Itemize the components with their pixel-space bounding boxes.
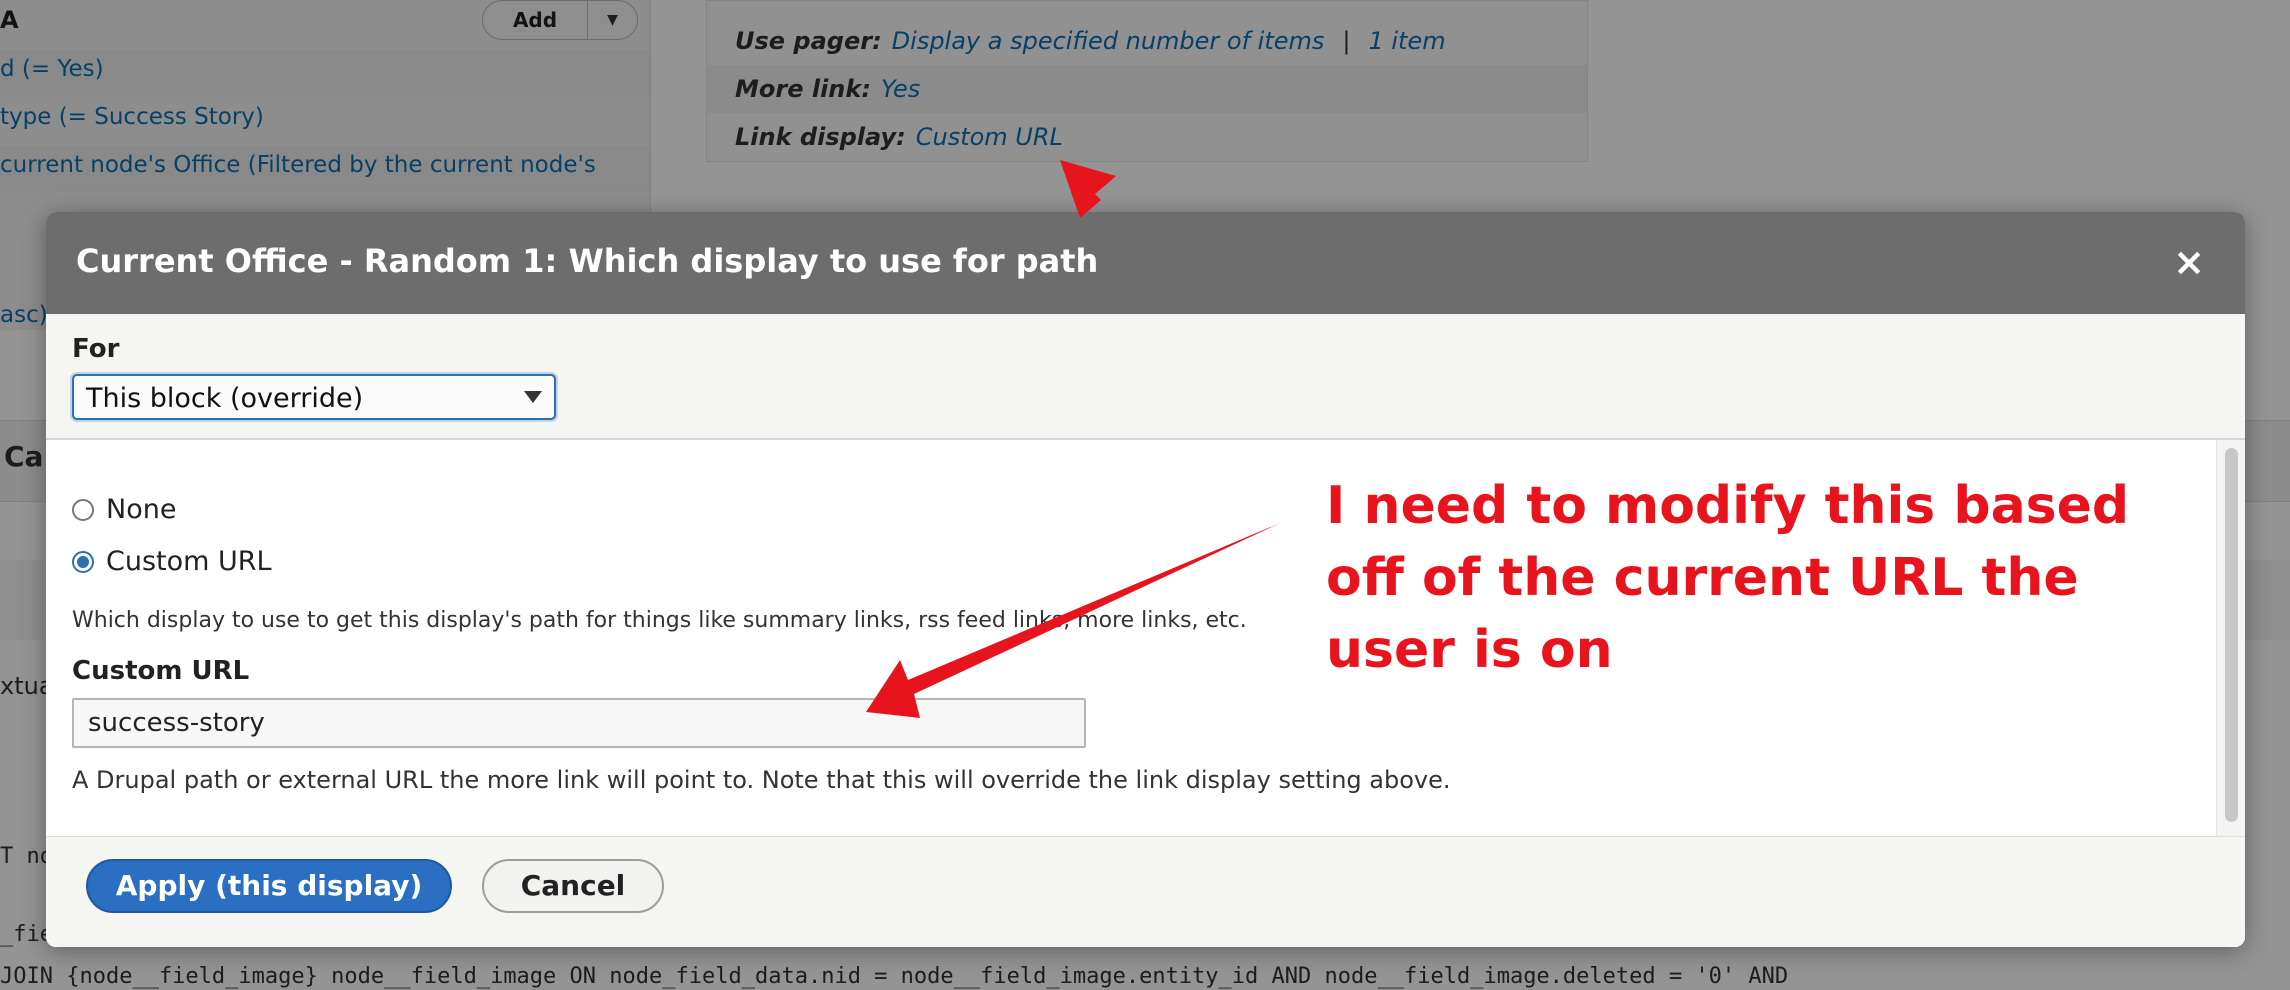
annotation-note: I need to modify this based off of the c…: [1326, 476, 2130, 680]
radio-custom-url[interactable]: [72, 550, 94, 573]
dialog-scrollbar[interactable]: [2216, 440, 2245, 836]
option-custom-url[interactable]: Custom URL: [72, 546, 272, 577]
custom-url-label: Custom URL: [72, 656, 250, 686]
option-description: Which display to use to get this display…: [72, 608, 1247, 633]
override-section: For This block (override): [46, 314, 2245, 440]
custom-url-description: A Drupal path or external URL the more l…: [72, 766, 1451, 794]
override-select-value: This block (override): [86, 383, 364, 414]
radio-label: Custom URL: [106, 546, 272, 577]
override-select[interactable]: This block (override): [72, 374, 556, 420]
close-icon[interactable]: ×: [2169, 242, 2209, 282]
chevron-down-icon: [524, 391, 542, 403]
cancel-button[interactable]: Cancel: [482, 859, 664, 913]
radio-label: None: [106, 494, 177, 525]
option-none[interactable]: None: [72, 494, 176, 525]
scrollbar-thumb[interactable]: [2225, 448, 2238, 822]
apply-button[interactable]: Apply (this display): [86, 859, 452, 913]
dialog-titlebar: Current Office - Random 1: Which display…: [46, 212, 2245, 314]
radio-none[interactable]: [72, 498, 94, 521]
custom-url-input[interactable]: [72, 698, 1086, 748]
dialog-title: Current Office - Random 1: Which display…: [76, 242, 1099, 280]
dialog-footer: Apply (this display) Cancel: [46, 836, 2245, 947]
for-label: For: [72, 334, 120, 364]
